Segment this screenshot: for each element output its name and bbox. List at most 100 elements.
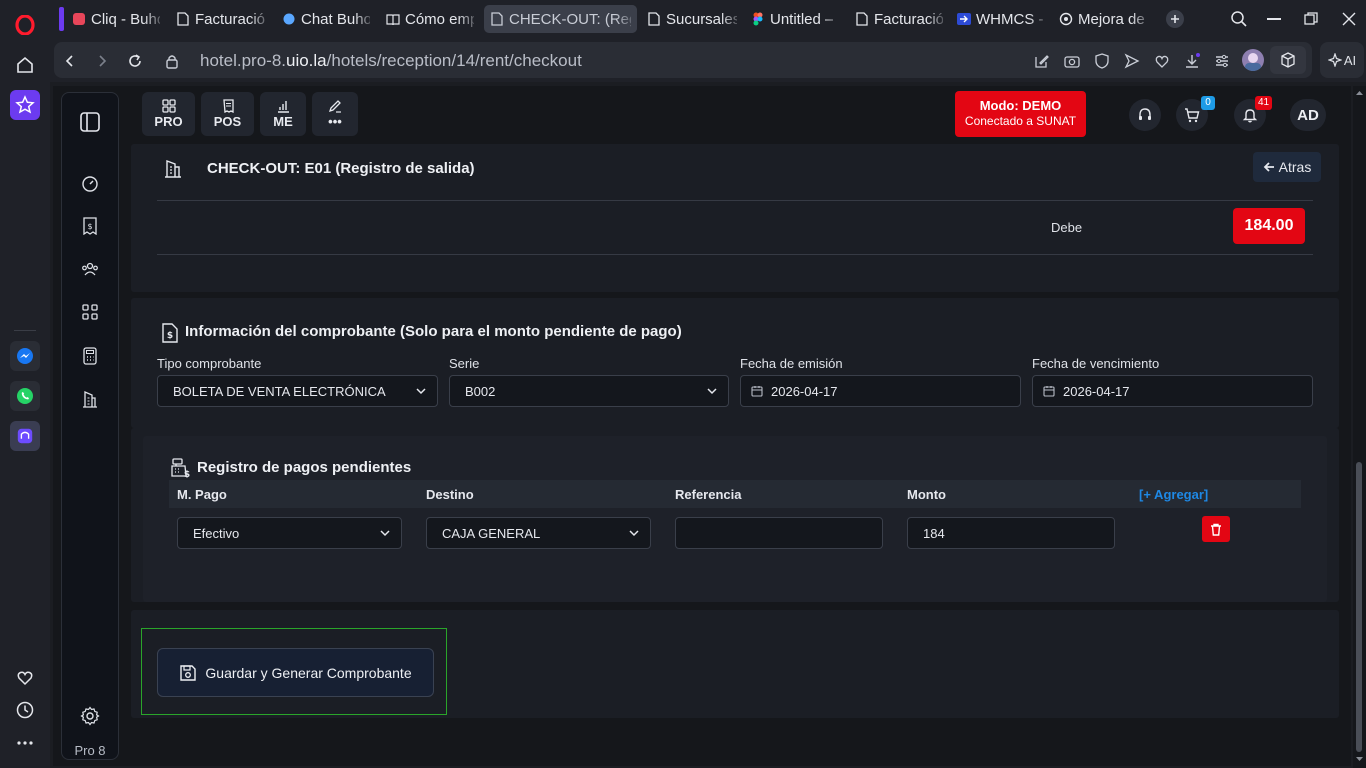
notifications-count-badge: 41 (1255, 96, 1273, 110)
back-arrow-icon[interactable] (60, 51, 80, 71)
tab-whmcs[interactable]: WHMCS - T (951, 5, 1051, 33)
tab-search-icon[interactable] (1230, 10, 1248, 28)
col-reference: Referencia (675, 487, 742, 502)
tab-chat-buho[interactable]: Chat Buho (276, 5, 376, 33)
dashboard-gauge-icon[interactable] (79, 173, 101, 195)
due-date-input[interactable]: 2026-04-17 (1032, 375, 1313, 407)
camera-snapshot-icon[interactable] (1062, 51, 1082, 71)
document-icon (855, 12, 869, 26)
address-bar[interactable]: hotel.pro-8.uio.la/hotels/reception/14/r… (54, 42, 1312, 78)
settings-gear-icon[interactable] (79, 705, 101, 727)
issue-date-input[interactable]: 2026-04-17 (740, 375, 1021, 407)
voucher-type-label: Tipo comprobante (157, 356, 262, 371)
edit-icon (328, 99, 342, 113)
send-flow-icon[interactable] (1122, 51, 1142, 71)
demo-mode-badge[interactable]: Modo: DEMO Conectado a SUNAT (955, 91, 1086, 137)
aria-ai-button[interactable]: AI (1320, 42, 1364, 78)
destination-select[interactable]: CAJA GENERAL (426, 517, 651, 549)
adblock-shield-icon[interactable] (1092, 51, 1112, 71)
more-tile-button[interactable]: ••• (312, 92, 358, 136)
reference-input[interactable] (675, 517, 883, 549)
edit-page-icon[interactable] (1032, 51, 1052, 71)
sales-receipt-icon[interactable]: $ (79, 215, 101, 237)
modules-grid-icon[interactable] (79, 301, 101, 323)
col-amount: Monto (907, 487, 946, 502)
floppy-disk-icon (179, 664, 197, 682)
extensions-cube-icon[interactable] (1270, 46, 1306, 74)
new-tab-plus-icon[interactable] (1166, 10, 1184, 28)
calculator-icon[interactable] (79, 345, 101, 367)
add-payment-link[interactable]: [+ Agregar] (1139, 487, 1208, 502)
minimize-window-icon[interactable] (1267, 18, 1281, 20)
chevron-down-icon (415, 385, 427, 397)
save-generate-button[interactable]: Guardar y Generar Comprobante (157, 648, 434, 697)
user-avatar[interactable]: AD (1290, 99, 1326, 131)
opera-logo-icon[interactable] (10, 10, 40, 40)
pro-tile-button[interactable]: PRO (142, 92, 195, 136)
tab-figma-untitled[interactable]: Untitled – (745, 5, 847, 33)
chevron-down-icon (379, 527, 391, 539)
heart-icon[interactable] (10, 663, 40, 693)
reload-icon[interactable] (125, 51, 145, 71)
svg-text:$: $ (184, 470, 190, 478)
tab-facturacion-1[interactable]: Facturació (170, 5, 272, 33)
page-scrollbar[interactable] (1353, 86, 1366, 768)
delete-payment-button[interactable] (1202, 516, 1230, 542)
tab-facturacion-2[interactable]: Facturació (849, 5, 949, 33)
series-select[interactable]: B002 (449, 375, 729, 407)
checkout-title: CHECK-OUT: E01 (Registro de salida) (207, 160, 475, 177)
back-button[interactable]: Atras (1253, 152, 1321, 182)
tab-cliq[interactable]: Cliq - Buho (66, 5, 166, 33)
home-icon[interactable] (10, 50, 40, 80)
calendar-icon (751, 385, 763, 397)
scrollbar-thumb[interactable] (1356, 462, 1362, 752)
lock-icon[interactable] (162, 51, 182, 71)
divider (157, 254, 1313, 255)
forward-arrow-icon[interactable] (92, 51, 112, 71)
payment-method-select[interactable]: Efectivo (177, 517, 402, 549)
tab-sucursales[interactable]: Sucursales (641, 5, 743, 33)
chevron-down-icon (706, 385, 718, 397)
url-text[interactable]: hotel.pro-8.uio.la/hotels/reception/14/r… (200, 51, 582, 71)
more-dots-icon[interactable] (10, 728, 40, 758)
ai-sparkle-icon (1327, 53, 1342, 67)
rail-divider (14, 330, 36, 331)
figma-icon (751, 12, 765, 26)
web-page: $ Pro 8 PRO POS ME ••• Modo: DEMO Conect… (53, 86, 1351, 766)
brand-label: Pro 8 (74, 743, 106, 758)
history-clock-icon[interactable] (10, 695, 40, 725)
svg-text:$: $ (167, 331, 173, 341)
voucher-type-select[interactable]: BOLETA DE VENTA ELECTRÓNICA (157, 375, 438, 407)
col-payment-method: M. Pago (177, 487, 227, 502)
chat-icon (72, 12, 86, 26)
owe-amount-badge: 184.00 (1233, 208, 1305, 244)
chevron-down-icon (628, 527, 640, 539)
music-player-icon[interactable] (10, 421, 40, 451)
close-window-icon[interactable] (1342, 12, 1356, 26)
voucher-title: Información del comprobante (Solo para e… (185, 323, 682, 340)
customers-group-icon[interactable] (79, 258, 101, 280)
book-icon (386, 12, 400, 26)
toggle-sidebar-icon[interactable] (79, 111, 101, 133)
whatsapp-icon[interactable] (10, 381, 40, 411)
profile-avatar-icon[interactable] (1242, 49, 1264, 71)
pos-tile-button[interactable]: POS (201, 92, 254, 136)
speed-dial-star-icon[interactable] (10, 90, 40, 120)
me-tile-button[interactable]: ME (260, 92, 306, 136)
address-row: hotel.pro-8.uio.la/hotels/reception/14/r… (50, 38, 1366, 82)
tab-mejora[interactable]: Mejora de (1053, 5, 1153, 33)
document-icon (647, 12, 661, 26)
amount-input[interactable]: 184 (907, 517, 1115, 549)
restore-window-icon[interactable] (1304, 12, 1318, 26)
col-destination: Destino (426, 487, 474, 502)
download-icon[interactable] (1182, 51, 1202, 71)
tab-checkout-active[interactable]: CHECK-OUT: (Reg (484, 5, 637, 33)
arrow-left-icon (1263, 161, 1275, 173)
calendar-icon (1043, 385, 1055, 397)
support-headset-icon[interactable] (1129, 99, 1161, 131)
easy-setup-menu-icon[interactable] (1212, 51, 1232, 71)
tab-como-emp[interactable]: Cómo emp (380, 5, 480, 33)
bookmark-heart-icon[interactable] (1152, 51, 1172, 71)
messenger-icon[interactable] (10, 341, 40, 371)
hotel-building-icon[interactable] (79, 388, 101, 410)
